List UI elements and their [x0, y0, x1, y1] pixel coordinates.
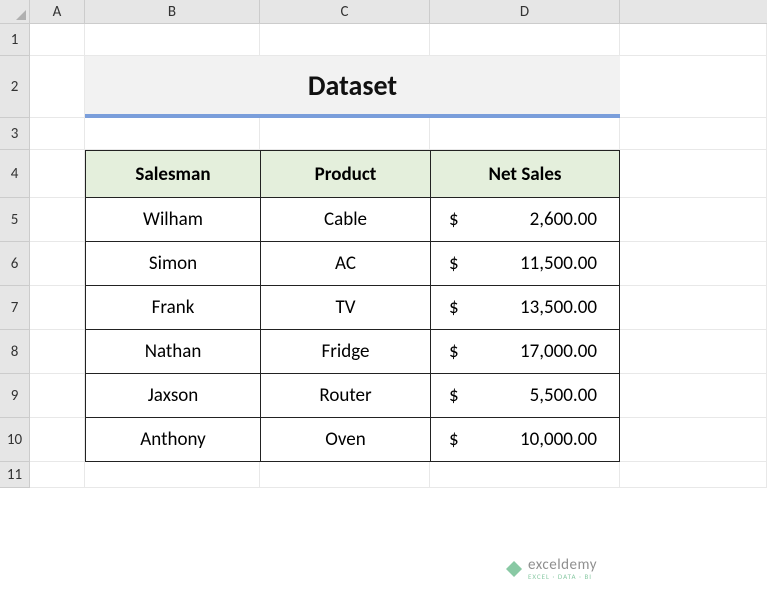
row-header-8[interactable]: 8	[0, 330, 30, 374]
cell-B3[interactable]	[85, 118, 260, 150]
row-header-6[interactable]: 6	[0, 242, 30, 286]
cell-netsales-1[interactable]: $11,500.00	[430, 242, 620, 286]
currency-symbol: $	[449, 384, 459, 407]
cell-E8[interactable]	[620, 330, 767, 374]
cell-A5[interactable]	[30, 198, 85, 242]
currency-symbol: $	[449, 208, 459, 231]
currency-symbol: $	[449, 296, 459, 319]
cell-C3[interactable]	[260, 118, 430, 150]
row-header-7[interactable]: 7	[0, 286, 30, 330]
row-header-4[interactable]: 4	[0, 150, 30, 198]
col-header-C[interactable]: C	[260, 0, 430, 24]
amount: 17,000.00	[520, 340, 597, 363]
watermark-main: exceldemy	[528, 558, 597, 573]
cell-product-5[interactable]: Oven	[260, 418, 430, 462]
cell-E11[interactable]	[620, 462, 767, 488]
currency-symbol: $	[449, 428, 459, 451]
cell-E7[interactable]	[620, 286, 767, 330]
col-header-A[interactable]: A	[30, 0, 85, 24]
cell-salesman-5[interactable]: Anthony	[85, 418, 260, 462]
cell-E3[interactable]	[620, 118, 767, 150]
col-header-B[interactable]: B	[85, 0, 260, 24]
row-header-9[interactable]: 9	[0, 374, 30, 418]
watermark-sub: EXCEL · DATA · BI	[528, 573, 597, 580]
cell-A4[interactable]	[30, 150, 85, 198]
cell-product-2[interactable]: TV	[260, 286, 430, 330]
amount: 13,500.00	[520, 296, 597, 319]
cell-A10[interactable]	[30, 418, 85, 462]
cell-E4[interactable]	[620, 150, 767, 198]
header-salesman[interactable]: Salesman	[85, 150, 260, 198]
cell-netsales-5[interactable]: $10,000.00	[430, 418, 620, 462]
cell-netsales-0[interactable]: $2,600.00	[430, 198, 620, 242]
cell-salesman-3[interactable]: Nathan	[85, 330, 260, 374]
amount: 11,500.00	[520, 252, 597, 275]
col-header-D[interactable]: D	[430, 0, 620, 24]
cell-salesman-0[interactable]: Wilham	[85, 198, 260, 242]
row-header-10[interactable]: 10	[0, 418, 30, 462]
dataset-title-text: Dataset	[308, 68, 397, 103]
cell-salesman-4[interactable]: Jaxson	[85, 374, 260, 418]
dataset-title-cell[interactable]: Dataset	[85, 56, 620, 118]
spreadsheet-grid[interactable]: A B C D 1 2 3 4 5 6 7 8 9 10 11 Dataset …	[0, 0, 767, 488]
watermark: exceldemy EXCEL · DATA · BI	[506, 558, 597, 580]
currency-symbol: $	[449, 252, 459, 275]
cell-E6[interactable]	[620, 242, 767, 286]
cell-A7[interactable]	[30, 286, 85, 330]
cell-E2[interactable]	[620, 56, 767, 118]
cell-netsales-4[interactable]: $5,500.00	[430, 374, 620, 418]
cell-netsales-2[interactable]: $13,500.00	[430, 286, 620, 330]
cell-A11[interactable]	[30, 462, 85, 488]
amount: 10,000.00	[520, 428, 597, 451]
cell-product-0[interactable]: Cable	[260, 198, 430, 242]
cell-D11[interactable]	[430, 462, 620, 488]
cell-C11[interactable]	[260, 462, 430, 488]
row-header-5[interactable]: 5	[0, 198, 30, 242]
col-header-next[interactable]	[620, 0, 767, 24]
cell-C1[interactable]	[260, 24, 430, 56]
cell-D1[interactable]	[430, 24, 620, 56]
cell-A2[interactable]	[30, 56, 85, 118]
cell-B1[interactable]	[85, 24, 260, 56]
cell-salesman-1[interactable]: Simon	[85, 242, 260, 286]
row-header-3[interactable]: 3	[0, 118, 30, 150]
cell-netsales-3[interactable]: $17,000.00	[430, 330, 620, 374]
header-netsales[interactable]: Net Sales	[430, 150, 620, 198]
cell-salesman-2[interactable]: Frank	[85, 286, 260, 330]
cell-A8[interactable]	[30, 330, 85, 374]
currency-symbol: $	[449, 340, 459, 363]
cell-E1[interactable]	[620, 24, 767, 56]
cell-A9[interactable]	[30, 374, 85, 418]
amount: 5,500.00	[530, 384, 597, 407]
row-header-2[interactable]: 2	[0, 56, 30, 118]
cell-A1[interactable]	[30, 24, 85, 56]
row-header-1[interactable]: 1	[0, 24, 30, 56]
header-product[interactable]: Product	[260, 150, 430, 198]
cell-A6[interactable]	[30, 242, 85, 286]
cell-B11[interactable]	[85, 462, 260, 488]
cell-E9[interactable]	[620, 374, 767, 418]
watermark-icon	[506, 561, 522, 577]
cell-E10[interactable]	[620, 418, 767, 462]
amount: 2,600.00	[530, 208, 597, 231]
row-header-11[interactable]: 11	[0, 462, 30, 488]
cell-E5[interactable]	[620, 198, 767, 242]
cell-product-1[interactable]: AC	[260, 242, 430, 286]
select-all-corner[interactable]	[0, 0, 30, 24]
cell-product-4[interactable]: Router	[260, 374, 430, 418]
cell-product-3[interactable]: Fridge	[260, 330, 430, 374]
cell-A3[interactable]	[30, 118, 85, 150]
cell-D3[interactable]	[430, 118, 620, 150]
